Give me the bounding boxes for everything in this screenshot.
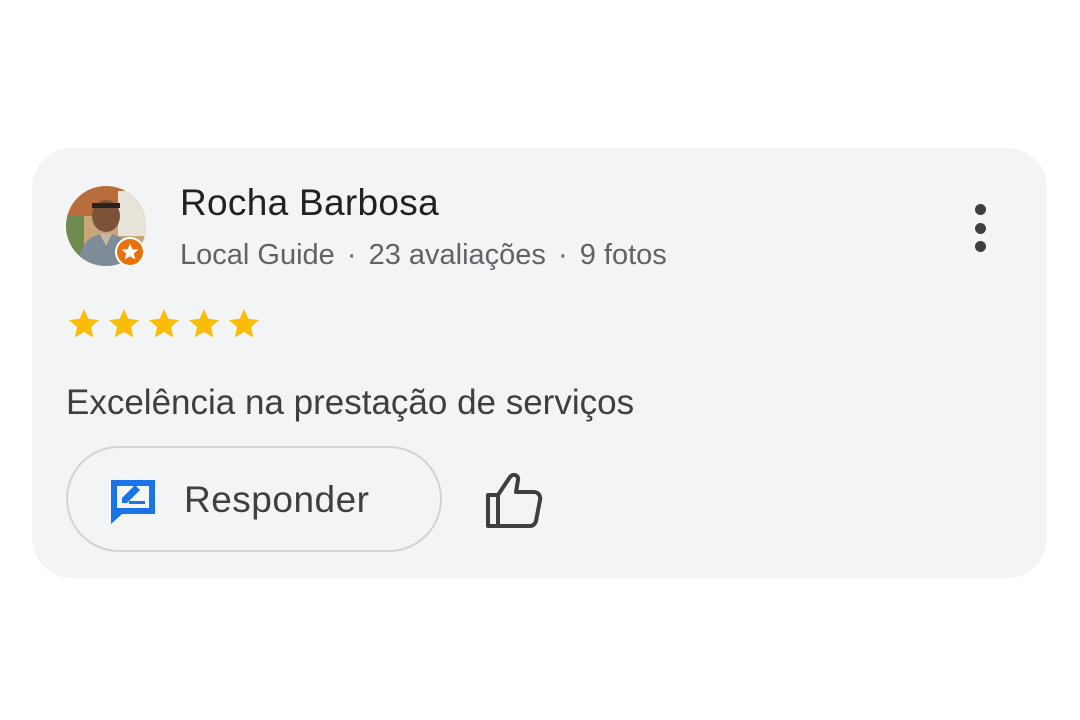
review-count: 23 avaliações <box>368 239 546 271</box>
edit-reply-icon <box>111 480 155 524</box>
meta-separator: · <box>346 239 357 271</box>
star-icon <box>109 309 139 338</box>
review-card: Rocha Barbosa Local Guide · 23 avaliaçõe… <box>32 148 1047 578</box>
reply-button[interactable]: Responder <box>66 446 442 552</box>
more-vertical-icon[interactable] <box>962 200 998 256</box>
author-meta: Local Guide · 23 avaliações · 9 fotos <box>180 238 667 272</box>
photo-count: 9 fotos <box>579 239 667 271</box>
star-icon <box>229 309 259 338</box>
local-guide-label: Local Guide <box>180 239 335 271</box>
local-guide-badge-icon <box>115 237 145 267</box>
star-icon <box>69 309 99 338</box>
review-text: Excelência na prestação de serviços <box>66 383 635 422</box>
meta-separator: · <box>557 239 568 271</box>
star-icon <box>189 309 219 338</box>
star-icon <box>149 309 179 338</box>
author-name[interactable]: Rocha Barbosa <box>180 182 439 224</box>
thumbs-up-icon[interactable] <box>482 468 546 532</box>
reply-button-label: Responder <box>184 479 370 520</box>
star-rating <box>66 306 262 342</box>
